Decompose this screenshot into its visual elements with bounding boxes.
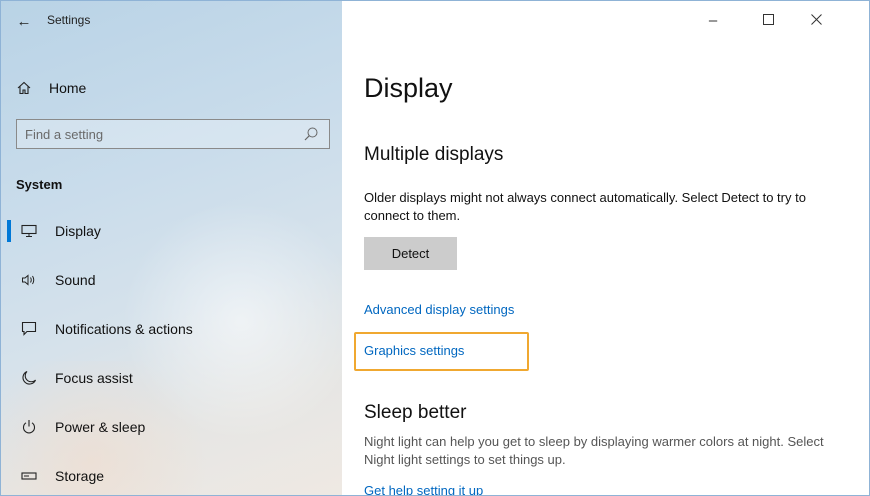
sidebar-item-power-sleep[interactable]: Power & sleep: [1, 402, 342, 451]
close-icon: [810, 12, 822, 29]
sidebar-item-home[interactable]: Home: [17, 75, 86, 101]
sidebar-item-focus-assist[interactable]: Focus assist: [1, 353, 342, 402]
search-input[interactable]: [17, 125, 297, 143]
title-bar: ← Settings: [1, 1, 342, 41]
section-heading-sleep-better: Sleep better: [364, 402, 467, 423]
moon-icon: [19, 368, 39, 388]
active-indicator: [7, 220, 11, 242]
search-icon[interactable]: [303, 126, 319, 147]
back-arrow-icon: ←: [16, 12, 32, 30]
sidebar-item-label: Power & sleep: [55, 418, 146, 435]
sidebar-item-label: Notifications & actions: [55, 320, 193, 337]
home-label: Home: [49, 80, 87, 96]
sidebar-item-notifications[interactable]: Notifications & actions: [1, 304, 342, 353]
close-button[interactable]: [802, 9, 830, 31]
sidebar-nav: Display Sound Notifications & actions Fo…: [1, 206, 342, 495]
minimize-button[interactable]: –: [699, 9, 727, 31]
back-button[interactable]: ←: [9, 7, 39, 35]
sidebar-item-label: Focus assist: [55, 369, 133, 386]
graphics-settings-link[interactable]: Graphics settings: [364, 343, 464, 358]
page-title: Display: [364, 73, 453, 103]
minimize-icon: –: [708, 11, 718, 29]
maximize-button[interactable]: [754, 9, 782, 31]
search-box: [16, 119, 330, 149]
storage-icon: [19, 466, 39, 486]
monitor-icon: [19, 221, 39, 241]
sidebar-item-label: Storage: [55, 467, 105, 484]
get-help-link[interactable]: Get help setting it up: [364, 483, 483, 495]
sleep-better-description: Night light can help you get to sleep by…: [364, 434, 824, 467]
sidebar-item-label: Sound: [55, 271, 96, 288]
sidebar-item-display[interactable]: Display: [1, 206, 342, 255]
main-content: – Display Multiple displays Older displa…: [342, 1, 869, 495]
section-label-system: System: [16, 177, 63, 192]
section-heading-multiple-displays: Multiple displays: [364, 144, 504, 165]
maximize-icon: [762, 12, 774, 29]
message-icon: [19, 319, 39, 339]
sidebar-item-label: Display: [55, 222, 101, 239]
advanced-display-settings-link[interactable]: Advanced display settings: [364, 302, 514, 317]
sidebar: ← Settings Home System Display: [1, 1, 342, 495]
settings-window: ← Settings Home System Display: [0, 0, 870, 496]
sidebar-item-sound[interactable]: Sound: [1, 255, 342, 304]
home-icon: [17, 81, 35, 95]
app-title: Settings: [47, 13, 91, 27]
multiple-displays-description: Older displays might not always connect …: [364, 190, 806, 223]
detect-button[interactable]: Detect: [364, 237, 457, 270]
power-icon: [19, 417, 39, 437]
speaker-icon: [19, 270, 39, 290]
sidebar-item-storage[interactable]: Storage: [1, 451, 342, 495]
